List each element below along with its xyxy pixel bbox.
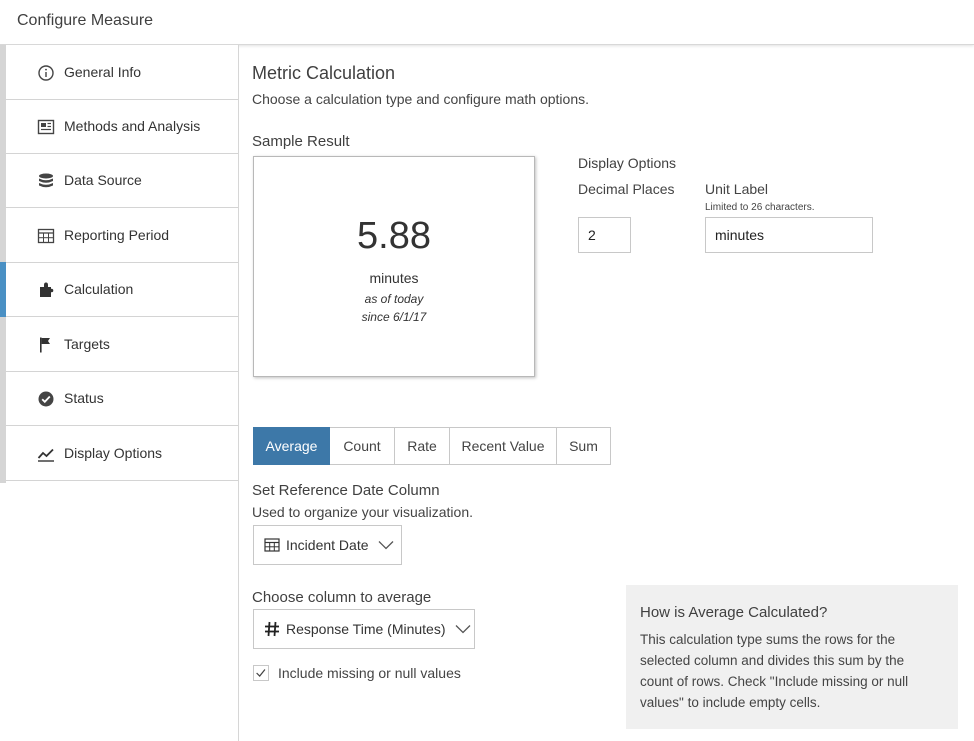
sidebar-item-targets[interactable]: Targets xyxy=(6,317,238,372)
info-body: This calculation type sums the rows for … xyxy=(640,632,909,710)
unit-label-hint: Limited to 26 characters. xyxy=(705,202,815,213)
chevron-down-icon xyxy=(378,541,393,550)
chevron-down-icon xyxy=(455,625,470,634)
sidebar-item-label: Display Options xyxy=(64,445,163,461)
sidebar-item-label: Methods and Analysis xyxy=(64,118,201,134)
sidebar-item-calculation[interactable]: Calculation xyxy=(0,262,238,317)
info-title: How is Average Calculated? xyxy=(640,604,828,621)
info-box: How is Average Calculated? This calculat… xyxy=(626,585,958,729)
sample-result-heading: Sample Result xyxy=(252,133,350,150)
reference-date-heading: Set Reference Date Column xyxy=(252,482,440,499)
tab-rate[interactable]: Rate xyxy=(395,427,450,465)
sample-unit: minutes xyxy=(369,270,419,286)
puzzle-icon xyxy=(40,282,54,297)
include-null-row: Include missing or null values xyxy=(253,665,461,681)
reference-date-description: Used to organize your visualization. xyxy=(252,504,474,520)
reference-date-value: Incident Date xyxy=(286,537,369,553)
flag-icon xyxy=(40,337,50,353)
info-circle-icon xyxy=(38,65,54,81)
sidebar-item-label: Data Source xyxy=(64,172,142,188)
reference-date-select[interactable]: Incident Date xyxy=(253,525,402,565)
sample-result-card: 5.88 minutes as of today since 6/1/17 xyxy=(253,156,535,377)
sidebar-item-status[interactable]: Status xyxy=(6,371,238,426)
sample-as-of: as of today xyxy=(364,292,424,306)
sidebar-item-label: Reporting Period xyxy=(64,227,170,243)
calendar-icon xyxy=(264,538,280,552)
column-value: Response Time (Minutes) xyxy=(286,621,446,637)
tab-recent-value[interactable]: Recent Value xyxy=(450,427,557,465)
page-title: Configure Measure xyxy=(17,12,154,29)
sidebar-item-methods[interactable]: Methods and Analysis xyxy=(6,99,238,154)
display-options-heading: Display Options xyxy=(578,155,677,171)
database-icon xyxy=(39,173,53,188)
hash-icon xyxy=(265,621,279,637)
page-header: Configure Measure xyxy=(0,0,974,45)
line-chart-icon xyxy=(37,448,54,462)
sidebar-item-display-options[interactable]: Display Options xyxy=(6,426,238,481)
section-title: Metric Calculation xyxy=(252,63,396,83)
tab-sum[interactable]: Sum xyxy=(557,427,611,465)
unit-label-label: Unit Label xyxy=(705,181,769,197)
include-null-checkbox[interactable] xyxy=(253,665,269,681)
sidebar-item-general-info[interactable]: General Info xyxy=(6,45,238,100)
decimal-places-label: Decimal Places xyxy=(578,181,675,197)
unit-label-input[interactable] xyxy=(705,217,873,253)
sidebar-item-label: Status xyxy=(64,390,104,406)
tab-average[interactable]: Average xyxy=(253,427,330,465)
include-null-label: Include missing or null values xyxy=(278,665,461,681)
sidebar-item-label: Targets xyxy=(64,336,110,352)
column-heading: Choose column to average xyxy=(252,589,432,606)
check-icon xyxy=(256,669,266,677)
sample-since: since 6/1/17 xyxy=(361,310,427,324)
section-subtitle: Choose a calculation type and configure … xyxy=(252,91,589,107)
tab-count[interactable]: Count xyxy=(330,427,395,465)
sidebar-item-reporting-period[interactable]: Reporting Period xyxy=(6,208,238,263)
sidebar-item-data-source[interactable]: Data Source xyxy=(6,153,238,208)
decimal-places-input[interactable] xyxy=(578,217,631,253)
calculation-type-tabs: Average Count Rate Recent Value Sum xyxy=(253,427,611,465)
sidebar-item-label: Calculation xyxy=(64,281,134,297)
sample-value: 5.88 xyxy=(357,215,431,257)
check-circle-icon xyxy=(38,391,54,407)
sidebar: General Info Methods and Analysis Data S… xyxy=(0,45,239,741)
sidebar-item-label: General Info xyxy=(64,64,142,80)
document-icon xyxy=(37,119,55,135)
calendar-icon xyxy=(37,228,55,244)
column-select[interactable]: Response Time (Minutes) xyxy=(253,609,475,649)
